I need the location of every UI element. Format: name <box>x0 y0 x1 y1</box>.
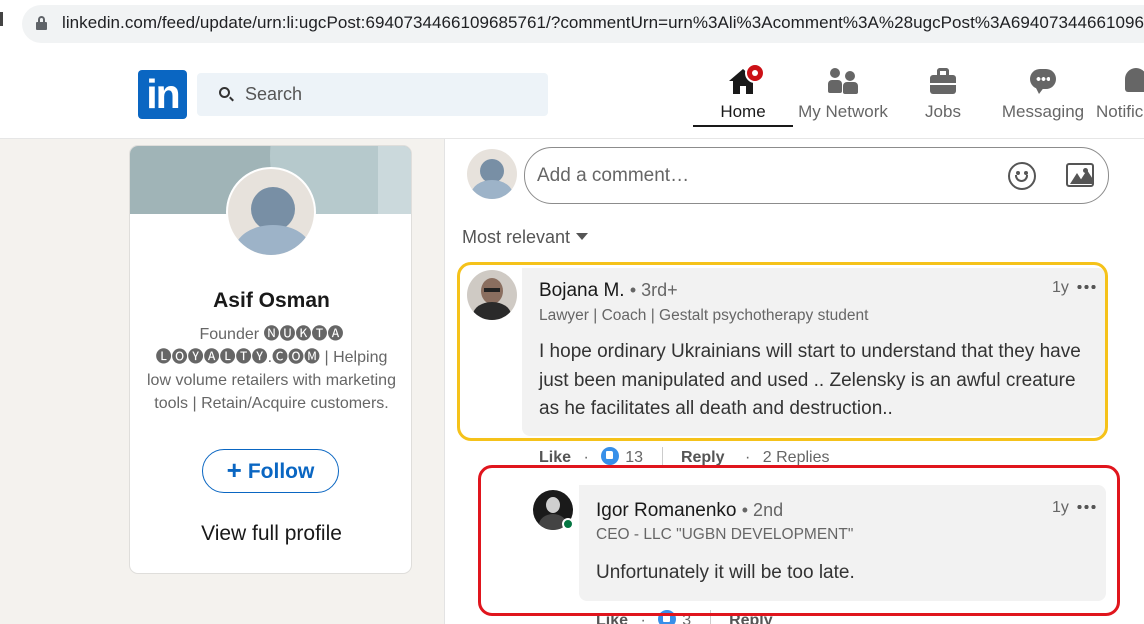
follow-button[interactable]: + Follow <box>202 449 339 493</box>
active-indicator <box>693 125 793 127</box>
top-navigation: in Home My Network Jobs Messaging <box>0 50 1144 139</box>
sort-label: Most relevant <box>462 227 571 247</box>
url-text[interactable]: linkedin.com/feed/update/urn:li:ugcPost:… <box>62 13 1144 33</box>
messaging-icon <box>1028 66 1058 96</box>
reaction-count[interactable]: 13 <box>625 449 643 466</box>
profile-avatar[interactable] <box>226 167 316 257</box>
home-icon <box>728 63 765 96</box>
image-icon[interactable] <box>1066 163 1094 187</box>
like-reaction-icon[interactable] <box>601 447 620 465</box>
jobs-icon <box>928 66 958 96</box>
nav-label-my-network: My Network <box>798 102 888 121</box>
comment-composer[interactable] <box>524 147 1109 204</box>
linkedin-logo-icon[interactable]: in <box>138 70 187 119</box>
nav-label-notifications: Notific <box>1096 102 1144 121</box>
highlight-box-yellow <box>457 262 1108 441</box>
nav-item-jobs[interactable]: Jobs <box>893 66 993 126</box>
browser-address-bar: linkedin.com/feed/update/urn:li:ugcPost:… <box>0 0 1144 50</box>
nav-item-home[interactable]: Home <box>693 63 793 127</box>
search-input[interactable] <box>245 73 535 116</box>
nav-label-home: Home <box>720 102 766 121</box>
caret-down-icon <box>576 233 589 240</box>
nav-item-my-network[interactable]: My Network <box>793 66 893 126</box>
lock-icon[interactable] <box>36 16 47 30</box>
sort-dropdown[interactable]: Most relevant <box>462 227 589 248</box>
search-box[interactable] <box>197 73 548 116</box>
replies-count[interactable]: 2 Replies <box>763 449 830 466</box>
profile-card: Asif Osman Founder 🅝🅤🅚🅣🅐 🅛🅞🅨🅐🅛🅣🅨.🅒🅞🅜 | H… <box>129 145 412 574</box>
nav-item-messaging[interactable]: Messaging <box>993 66 1093 126</box>
follow-label: Follow <box>247 460 315 483</box>
my-network-icon <box>828 66 858 96</box>
nav-label-messaging: Messaging <box>1001 102 1085 121</box>
nav-label-jobs: Jobs <box>925 102 961 121</box>
profile-headline: Founder 🅝🅤🅚🅣🅐 🅛🅞🅨🅐🅛🅣🅨.🅒🅞🅜 | Helping low … <box>147 326 396 412</box>
emoji-icon[interactable] <box>1008 162 1036 190</box>
comment-actions: Like · 13 Reply · 2 Replies <box>539 447 830 467</box>
notifications-icon <box>1093 66 1144 96</box>
highlight-box-red <box>478 465 1120 616</box>
comment-input[interactable] <box>537 148 987 203</box>
plus-icon: + <box>226 455 242 485</box>
reply-button[interactable]: Reply <box>681 449 725 466</box>
notification-badge <box>745 63 765 83</box>
search-icon <box>219 87 230 98</box>
window-edge <box>0 12 3 26</box>
profile-name[interactable]: Asif Osman <box>130 289 411 313</box>
like-button[interactable]: Like <box>539 449 571 466</box>
view-full-profile-link[interactable]: View full profile <box>130 522 411 546</box>
nav-item-notifications[interactable]: Notific <box>1093 66 1144 126</box>
current-user-avatar <box>467 149 517 199</box>
